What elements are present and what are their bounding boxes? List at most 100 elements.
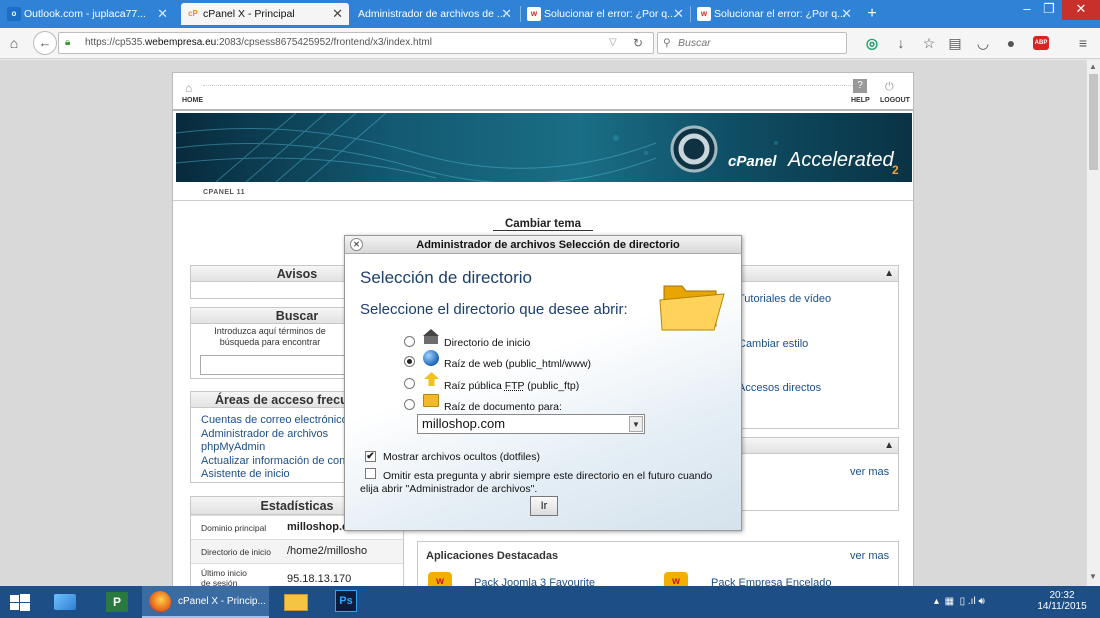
menu-icon[interactable]: ≡ (1074, 35, 1092, 51)
clock-time: 20:32 (1049, 590, 1075, 601)
link-ver-mas-apps[interactable]: ver mas (850, 550, 889, 564)
taskbar-firefox-button[interactable]: cPanel X - Princip... (142, 586, 269, 618)
chevron-down-icon[interactable]: ▼ (629, 416, 643, 432)
windows-taskbar: P cPanel X - Princip... Ps ▴ ▦ ▯ .ıl 🔊︎ … (0, 586, 1100, 618)
reading-list-icon[interactable]: ▤ (946, 35, 964, 51)
version-strip: CPANEL 11 (173, 185, 913, 201)
reload-icon[interactable]: ↻ (633, 33, 643, 53)
radio-home-directory[interactable] (404, 336, 415, 347)
clock-date: 14/11/2015 (1037, 601, 1087, 612)
home-link[interactable]: HOME (182, 97, 203, 104)
url-suffix: :2083/cpsess8675425952/frontend/x3/index… (216, 37, 432, 48)
task-view-icon[interactable] (50, 586, 80, 618)
app-empresa-pack[interactable]: Pack Empresa Encelado (711, 577, 831, 586)
skip-question-checkbox[interactable] (365, 468, 376, 479)
dialog-subheading: Seleccione el directorio que desee abrir… (360, 301, 628, 318)
download-icon[interactable]: ↓ (892, 35, 910, 51)
file-explorer-icon[interactable] (281, 586, 311, 618)
tab-separator (690, 6, 691, 22)
close-icon[interactable]: ✕ (501, 3, 512, 25)
link-start-wizard[interactable]: Asistente de inicio (201, 468, 351, 482)
dialog-title: Administrador de archivos Selección de d… (416, 239, 680, 251)
chat-icon[interactable]: ● (1002, 35, 1020, 51)
home-folder-icon (423, 329, 439, 344)
windows-start-icon[interactable] (8, 586, 32, 618)
stat-key: Último inicio de sesión desde (201, 568, 247, 586)
link-shortcuts[interactable]: Accesos directos (738, 382, 821, 396)
project-app-icon[interactable]: P (102, 586, 132, 618)
scroll-down-icon[interactable]: ▼ (1089, 572, 1097, 581)
option-document-root-label: Raíz de documento para: (444, 401, 562, 413)
change-theme-label[interactable]: Cambiar tema (493, 218, 593, 231)
folder-icon (423, 394, 439, 407)
tab-label: Solucionar el error: ¿Por q... (714, 8, 846, 20)
back-arrow-icon[interactable]: ← (33, 31, 57, 55)
close-icon[interactable]: ✕ (332, 3, 343, 25)
home-icon[interactable]: ⌂ (185, 81, 192, 95)
dialog-close-icon[interactable]: ✕ (350, 238, 363, 251)
home-icon[interactable]: ⌂ (5, 35, 23, 51)
clock[interactable]: 20:32 14/11/2015 (1036, 586, 1088, 618)
link-change-style[interactable]: Cambiar estilo (738, 338, 808, 352)
cpanel-icon: cP (188, 9, 198, 18)
help-link[interactable]: HELP (851, 97, 870, 104)
header-divider (203, 85, 863, 86)
link-email-accounts[interactable]: Cuentas de correo electrónico (201, 414, 351, 428)
app-joomla-pack[interactable]: Pack Joomla 3 Favourite (474, 577, 595, 586)
featured-apps-panel: Aplicaciones Destacadas ver mas w Pack J… (417, 541, 899, 586)
option-web-root-label: Raíz de web (public_html/www) (444, 358, 592, 370)
collapse-icon[interactable]: ▲ (884, 266, 894, 282)
tab-solucionar-2[interactable]: w Solucionar el error: ¿Por q... ✕ (692, 3, 858, 25)
cpanel-banner: cPanel Accelerated 2 (176, 113, 912, 182)
tray-arrow-icon[interactable]: ▴ (934, 596, 939, 607)
new-tab-button[interactable]: + (862, 3, 882, 25)
battery-icon[interactable]: ▯ (960, 596, 966, 607)
signal-icon[interactable]: .ıl (968, 596, 976, 607)
scroll-thumb[interactable] (1089, 74, 1098, 170)
tab-outlook[interactable]: o Outlook.com - juplaca77... ✕ (2, 3, 174, 25)
domain-select[interactable]: milloshop.com ▼ (417, 414, 645, 434)
radio-document-root[interactable] (404, 399, 415, 410)
extension-icon[interactable]: ◎ (863, 35, 881, 51)
radio-web-root[interactable] (404, 356, 415, 367)
dropdown-icon[interactable]: ▽ (609, 33, 617, 53)
link-file-manager[interactable]: Administrador de archivos (201, 428, 351, 442)
window-close-button[interactable]: ✕ (1062, 0, 1100, 20)
scroll-up-icon[interactable]: ▲ (1089, 62, 1097, 71)
bookmark-star-icon[interactable]: ☆ (920, 35, 938, 51)
tab-cpanel[interactable]: cP cPanel X - Principal ✕ (181, 3, 349, 25)
stat-row-last-login: Último inicio de sesión desde 95.18.13.1… (191, 563, 403, 586)
adblock-icon[interactable]: ABP (1033, 36, 1049, 50)
webempresa-icon: w (527, 7, 541, 21)
help-icon[interactable]: ? (853, 79, 867, 93)
link-phpmyadmin[interactable]: phpMyAdmin (201, 441, 351, 455)
search-input[interactable]: ⚲ Buscar (657, 32, 847, 54)
tab-solucionar-1[interactable]: w Solucionar el error: ¿Por q... ✕ (522, 3, 690, 25)
close-icon[interactable]: ✕ (841, 3, 852, 25)
volume-icon[interactable]: 🔊︎ (978, 596, 984, 607)
close-icon[interactable]: ✕ (157, 3, 168, 25)
restore-button[interactable]: ❐ (1038, 0, 1060, 20)
pocket-icon[interactable]: ◡ (974, 35, 992, 51)
radio-public-ftp[interactable] (404, 378, 415, 389)
tab-file-manager[interactable]: Administrador de archivos de ... ✕ (352, 3, 518, 25)
network-icon[interactable]: ▦ (945, 596, 954, 607)
url-input[interactable]: 🔒︎ https://cp535.webempresa.eu:2083/cpse… (58, 32, 654, 54)
logout-icon[interactable]: ⏻ (885, 81, 894, 94)
link-update-contact[interactable]: Actualizar información de contacto (201, 455, 351, 469)
stat-value: 95.18.13.170 (287, 573, 352, 585)
directory-selection-dialog: ✕ Administrador de archivos Selección de… (344, 235, 742, 531)
page-scrollbar[interactable]: ▲ ▼ (1086, 60, 1100, 586)
joomla-pack-icon: w (428, 572, 452, 586)
link-ver-mas[interactable]: ver mas (850, 466, 889, 480)
link-video-tutorials[interactable]: Tutoriales de vídeo (738, 293, 831, 307)
go-button[interactable]: Ir (530, 496, 558, 516)
logout-link[interactable]: LOGOUT (880, 97, 910, 104)
collapse-icon[interactable]: ▲ (884, 438, 894, 454)
show-hidden-checkbox[interactable]: ✔ (365, 451, 376, 462)
url-prefix: https://cp535. (85, 37, 146, 48)
minimize-button[interactable]: – (1016, 0, 1038, 20)
photoshop-icon[interactable]: Ps (333, 586, 359, 618)
close-icon[interactable]: ✕ (673, 3, 684, 25)
system-tray[interactable]: ▴ ▦ ▯ .ıl 🔊︎ (934, 586, 1034, 618)
